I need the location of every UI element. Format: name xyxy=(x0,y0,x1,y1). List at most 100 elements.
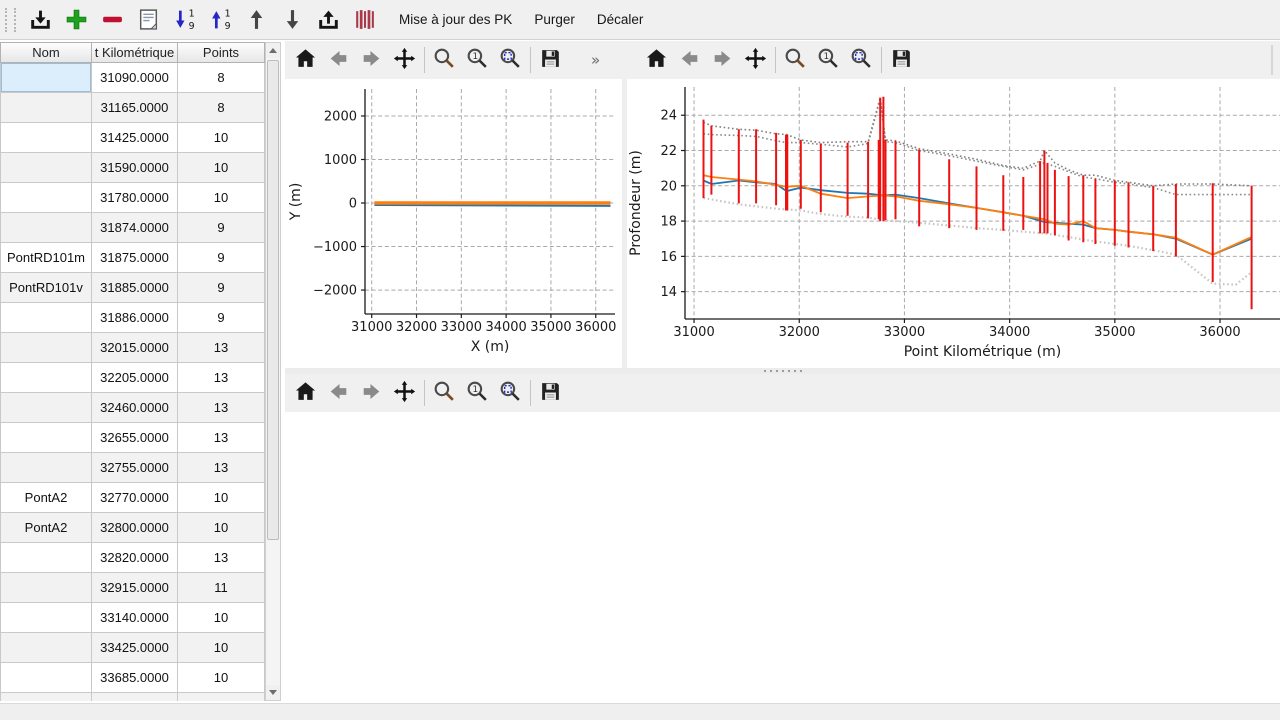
zoom-button[interactable] xyxy=(428,43,461,77)
table-scrollbar[interactable] xyxy=(265,42,281,701)
cell-pk[interactable]: 33140.0000 xyxy=(92,603,178,633)
cell-pk[interactable]: 32800.0000 xyxy=(92,513,178,543)
cell-pk[interactable]: 31885.0000 xyxy=(92,273,178,303)
cell-nom[interactable] xyxy=(0,303,92,333)
cell-pk[interactable]: 32915.0000 xyxy=(92,573,178,603)
cell-nom[interactable] xyxy=(0,423,92,453)
cell-pk[interactable]: 32460.0000 xyxy=(92,393,178,423)
cell-points[interactable]: 13 xyxy=(178,363,265,393)
sort-ascending-button[interactable]: 19 xyxy=(202,3,238,37)
cell-points[interactable]: 13 xyxy=(178,543,265,573)
paste-button[interactable] xyxy=(130,3,166,37)
cell-points[interactable]: 10 xyxy=(178,183,265,213)
cell-points[interactable]: 10 xyxy=(178,483,265,513)
toolbar-action-0[interactable]: Mise à jour des PK xyxy=(388,3,523,37)
zoom-one-button[interactable]: 1 xyxy=(461,43,494,77)
home-button[interactable] xyxy=(640,43,673,77)
cell-nom[interactable] xyxy=(0,123,92,153)
scroll-down-button[interactable] xyxy=(266,685,280,700)
cell-nom[interactable] xyxy=(0,573,92,603)
cell-nom[interactable] xyxy=(0,153,92,183)
xy-plot-canvas[interactable]: 310003200033000340003500036000−2000−1000… xyxy=(285,79,622,368)
cell-pk[interactable]: 31590.0000 xyxy=(92,153,178,183)
cell-points[interactable]: 10 xyxy=(178,153,265,183)
cell-nom[interactable]: PontA2 xyxy=(0,513,92,543)
column-header-2[interactable]: Points xyxy=(178,42,265,63)
pan-button[interactable] xyxy=(739,43,772,77)
zoom-region-button[interactable] xyxy=(845,43,878,77)
sort-descending-button[interactable]: 19 xyxy=(166,3,202,37)
cell-points[interactable]: 10 xyxy=(178,603,265,633)
cell-points[interactable]: 10 xyxy=(178,123,265,153)
cell-points[interactable]: 10 xyxy=(178,633,265,663)
back-button[interactable] xyxy=(322,376,355,410)
cell-nom[interactable] xyxy=(0,393,92,423)
cell-nom[interactable] xyxy=(0,183,92,213)
cell-pk[interactable]: 31090.0000 xyxy=(92,63,178,93)
pan-button[interactable] xyxy=(388,43,421,77)
zoom-one-button[interactable]: 1 xyxy=(812,43,845,77)
cell-pk[interactable]: 31780.0000 xyxy=(92,183,178,213)
cell-pk[interactable] xyxy=(92,693,178,701)
cell-nom[interactable]: PontA2 xyxy=(0,483,92,513)
empty-plot-canvas[interactable] xyxy=(285,412,1280,703)
cell-pk[interactable]: 31886.0000 xyxy=(92,303,178,333)
profiles-button[interactable] xyxy=(346,3,382,37)
cell-points[interactable]: 13 xyxy=(178,423,265,453)
zoom-button[interactable] xyxy=(428,376,461,410)
cell-pk[interactable]: 32655.0000 xyxy=(92,423,178,453)
toolbar-action-2[interactable]: Décaler xyxy=(586,3,655,37)
cell-pk[interactable]: 32015.0000 xyxy=(92,333,178,363)
import-button[interactable] xyxy=(22,3,58,37)
cell-points[interactable]: 10 xyxy=(178,663,265,693)
cell-pk[interactable]: 31875.0000 xyxy=(92,243,178,273)
forward-button[interactable] xyxy=(355,43,388,77)
forward-button[interactable] xyxy=(706,43,739,77)
cell-pk[interactable]: 32770.0000 xyxy=(92,483,178,513)
cell-pk[interactable]: 31425.0000 xyxy=(92,123,178,153)
cell-nom[interactable] xyxy=(0,363,92,393)
cell-pk[interactable]: 32205.0000 xyxy=(92,363,178,393)
zoom-region-button[interactable] xyxy=(494,376,527,410)
column-header-1[interactable]: t Kilométrique xyxy=(92,42,178,63)
cell-nom[interactable] xyxy=(0,93,92,123)
back-button[interactable] xyxy=(673,43,706,77)
cell-nom[interactable]: PontRD101v xyxy=(0,273,92,303)
home-button[interactable] xyxy=(289,43,322,77)
cell-nom[interactable] xyxy=(0,693,92,701)
pan-button[interactable] xyxy=(388,376,421,410)
cell-pk[interactable]: 33685.0000 xyxy=(92,663,178,693)
home-button[interactable] xyxy=(289,376,322,410)
zoom-region-button[interactable] xyxy=(494,43,527,77)
cell-points[interactable]: 8 xyxy=(178,63,265,93)
scroll-up-button[interactable] xyxy=(266,43,280,58)
depth-profile-plot-canvas[interactable]: 3100032000330003400035000360001416182022… xyxy=(627,79,1280,368)
toolbar-overflow-button[interactable]: » xyxy=(585,50,606,70)
save-button[interactable] xyxy=(534,376,567,410)
cell-nom[interactable] xyxy=(0,213,92,243)
cell-nom[interactable] xyxy=(0,453,92,483)
cell-points[interactable]: 13 xyxy=(178,333,265,363)
cell-nom[interactable] xyxy=(0,543,92,573)
export-button[interactable] xyxy=(310,3,346,37)
cell-pk[interactable]: 31165.0000 xyxy=(92,93,178,123)
remove-button[interactable] xyxy=(94,3,130,37)
cell-nom[interactable] xyxy=(0,633,92,663)
cell-nom[interactable] xyxy=(0,663,92,693)
move-down-button[interactable] xyxy=(274,3,310,37)
cell-points[interactable]: 9 xyxy=(178,213,265,243)
move-up-button[interactable] xyxy=(238,3,274,37)
cell-nom[interactable]: PontRD101m xyxy=(0,243,92,273)
save-button[interactable] xyxy=(534,43,567,77)
cell-nom[interactable] xyxy=(0,603,92,633)
cell-points[interactable]: 13 xyxy=(178,393,265,423)
cell-points[interactable] xyxy=(178,693,265,701)
cell-points[interactable]: 11 xyxy=(178,573,265,603)
cell-pk[interactable]: 32755.0000 xyxy=(92,453,178,483)
scrollbar-thumb[interactable] xyxy=(267,60,279,540)
cell-nom[interactable] xyxy=(0,333,92,363)
zoom-one-button[interactable]: 1 xyxy=(461,376,494,410)
back-button[interactable] xyxy=(322,43,355,77)
cell-nom[interactable] xyxy=(0,63,92,93)
cell-pk[interactable]: 33425.0000 xyxy=(92,633,178,663)
